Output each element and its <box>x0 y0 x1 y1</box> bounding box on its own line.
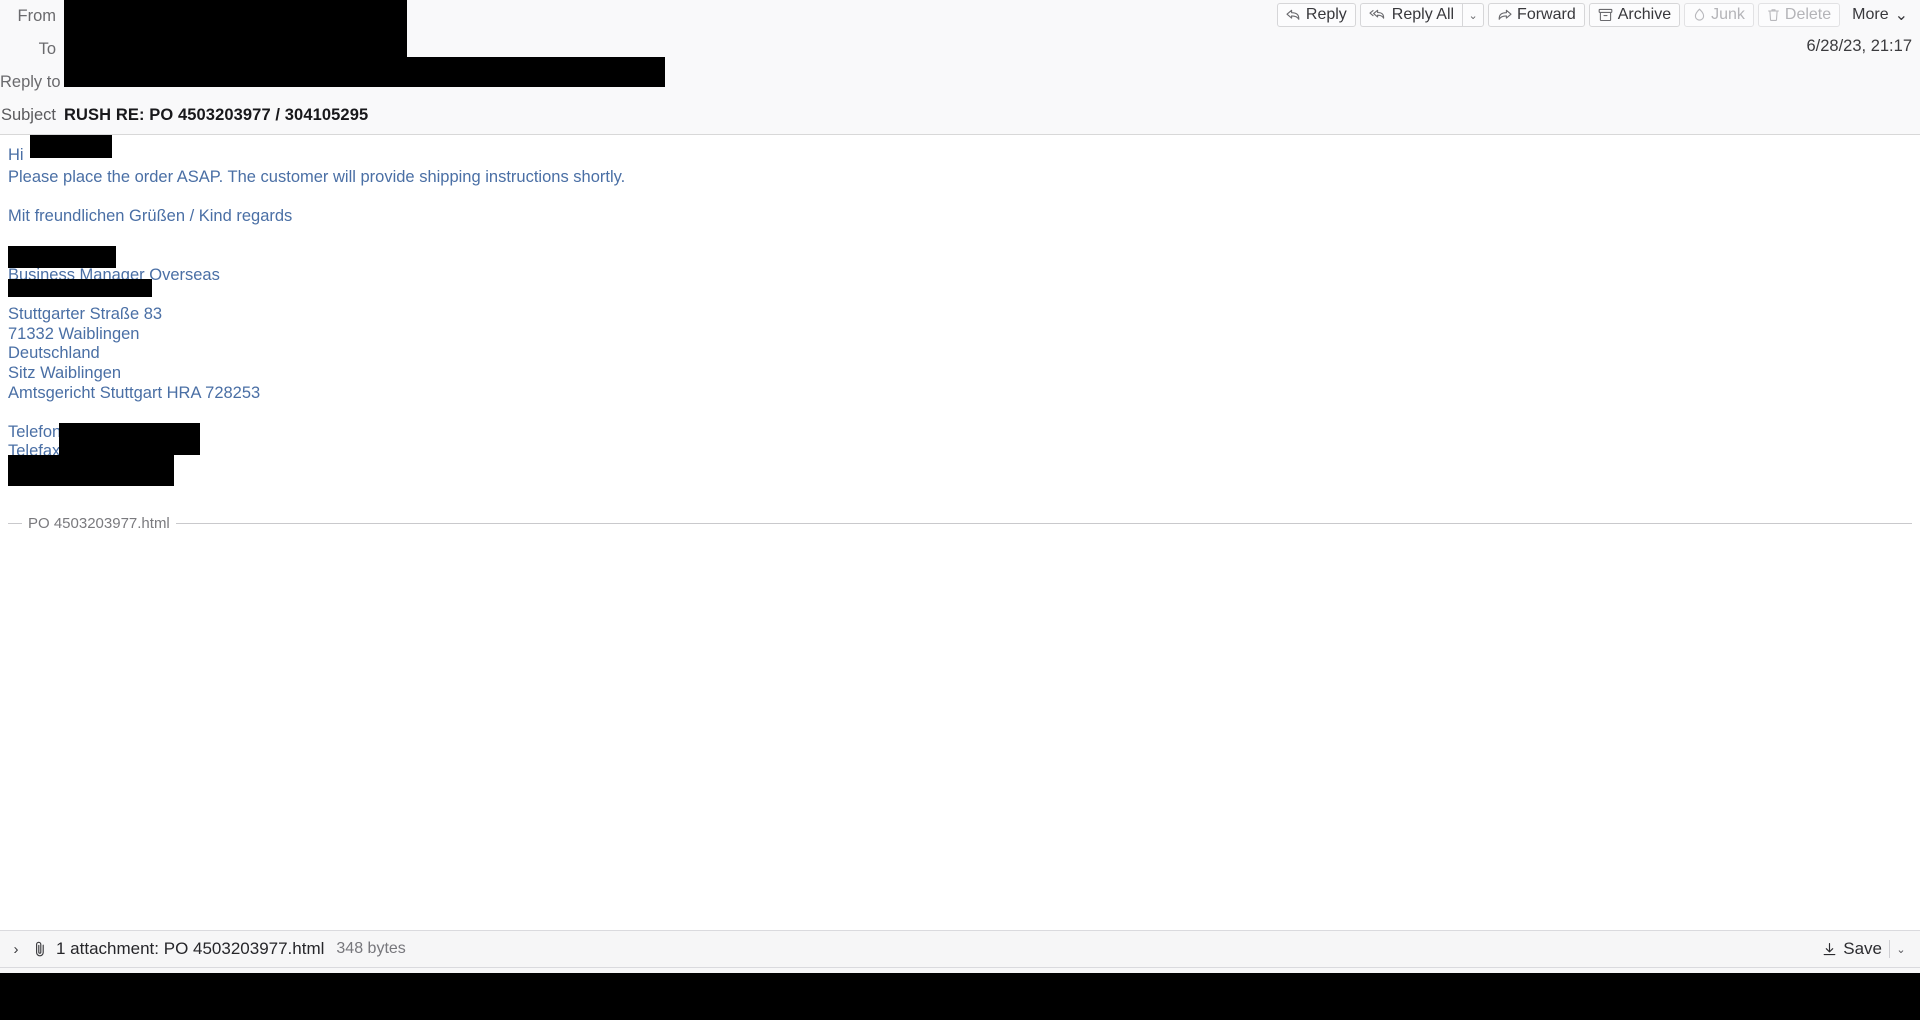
signature-address-line-5: Amtsgericht Stuttgart HRA 728253 <box>8 383 261 402</box>
reply-all-button[interactable]: Reply All <box>1359 3 1463 27</box>
signature-address-line-1: Stuttgarter Straße 83 <box>8 305 163 324</box>
separator-rule-left <box>8 523 22 525</box>
signature-address-line-2: 71332 Waiblingen <box>8 324 140 343</box>
signature-name-line <box>8 246 1912 266</box>
more-button[interactable]: More ⌄ <box>1844 3 1916 27</box>
signature-address-line-3: Deutschland <box>8 344 100 363</box>
reply-icon <box>1286 9 1301 22</box>
bottom-redaction-band <box>0 973 1920 1020</box>
trash-icon <box>1767 8 1780 22</box>
reply-label: Reply <box>1305 6 1347 23</box>
redaction-recipient-name <box>30 135 112 158</box>
redaction-phone-numbers <box>59 422 200 455</box>
signature-address-line-4: Sitz Waiblingen <box>8 363 122 382</box>
delete-button: Delete <box>1757 3 1841 27</box>
reply-all-group: Reply All ⌄ <box>1359 3 1485 27</box>
greeting-text: Hi <box>8 146 24 164</box>
message-header: From To Reply to Subject RUSH RE: PO 450… <box>0 0 1920 135</box>
flame-icon <box>1693 8 1706 22</box>
junk-button: Junk <box>1684 3 1754 27</box>
phone-label: Telefon <box>8 422 62 441</box>
subject-label: Subject <box>0 106 56 124</box>
archive-box-icon <box>1598 8 1613 22</box>
signature-company-line <box>8 286 1912 306</box>
to-label: To <box>38 40 56 58</box>
reply-all-label: Reply All <box>1391 6 1455 23</box>
forward-icon <box>1497 9 1512 22</box>
attachment-summary-group[interactable]: › 1 attachment: PO 4503203977.html 348 b… <box>8 939 406 959</box>
redaction-company-name <box>8 279 152 298</box>
contact-extra-line <box>8 462 1912 482</box>
signature-job-title: Business Manager Overseas <box>8 265 220 284</box>
expand-attachments-chevron-icon[interactable]: › <box>8 941 24 958</box>
save-dropdown-button[interactable]: ⌄ <box>1890 936 1912 962</box>
reply-to-label: Reply to <box>0 73 61 91</box>
junk-label: Junk <box>1711 6 1745 23</box>
email-reader-window: From To Reply to Subject RUSH RE: PO 450… <box>0 0 1920 1020</box>
delete-label: Delete <box>1784 6 1832 23</box>
subject-value: RUSH RE: PO 4503203977 / 304105295 <box>64 106 369 124</box>
chevron-down-icon: ⌄ <box>1896 943 1906 956</box>
archive-button[interactable]: Archive <box>1588 3 1681 27</box>
message-body-content: Hi Please place the order ASAP. The cust… <box>0 135 1920 532</box>
paperclip-icon <box>33 940 47 958</box>
reply-button[interactable]: Reply <box>1276 3 1356 27</box>
from-label: From <box>17 7 57 25</box>
chevron-down-icon: ⌄ <box>1894 7 1908 24</box>
contact-spacer <box>8 403 1912 423</box>
fax-label: Telefax <box>8 442 61 461</box>
message-toolbar: Reply Reply All ⌄ Forward Archive Junk D… <box>1276 3 1916 27</box>
forward-button[interactable]: Forward <box>1488 3 1585 27</box>
reply-all-dropdown-button[interactable]: ⌄ <box>1462 3 1485 27</box>
download-icon <box>1822 942 1837 957</box>
save-label: Save <box>1843 939 1882 958</box>
header-fields: From To Reply to Subject RUSH RE: PO 450… <box>0 0 900 132</box>
redaction-reply-to <box>64 57 665 87</box>
closing-line: Mit freundlichen Grüßen / Kind regards <box>8 207 293 226</box>
header-row-subject: Subject RUSH RE: PO 4503203977 / 3041052… <box>0 99 900 132</box>
contact-extra-line-2 <box>8 482 1912 502</box>
signature-block: Business Manager Overseas Stuttgarter St… <box>8 246 1912 403</box>
forward-label: Forward <box>1517 6 1576 23</box>
attachment-summary-text: 1 attachment: PO 4503203977.html <box>56 939 325 958</box>
redaction-sender-name <box>8 246 116 269</box>
attachment-actions: Save ⌄ <box>1818 936 1912 962</box>
message-body: Hi Please place the order ASAP. The cust… <box>0 135 1920 930</box>
closing-spacer <box>8 227 1912 247</box>
body-paragraph: Please place the order ASAP. The custome… <box>8 168 626 186</box>
separator-rule-right <box>175 523 1912 525</box>
attachment-size: 348 bytes <box>336 940 406 957</box>
greeting-line: Hi <box>8 135 1912 168</box>
inline-attachment-name: PO 4503203977.html <box>28 515 170 533</box>
archive-label: Archive <box>1617 6 1672 23</box>
attachment-bar: › 1 attachment: PO 4503203977.html 348 b… <box>0 930 1920 968</box>
redaction-from-to <box>64 0 407 57</box>
contact-block: Telefon Telefax <box>8 422 1912 502</box>
reply-all-icon <box>1369 9 1387 22</box>
save-attachment-button[interactable]: Save <box>1818 936 1889 962</box>
inline-attachment-separator: PO 4503203977.html <box>8 515 1912 532</box>
message-date: 6/28/23, 21:17 <box>1806 37 1912 55</box>
redaction-contact-details <box>8 454 174 486</box>
more-label: More <box>1852 6 1889 23</box>
chevron-down-icon: ⌄ <box>1468 9 1478 22</box>
